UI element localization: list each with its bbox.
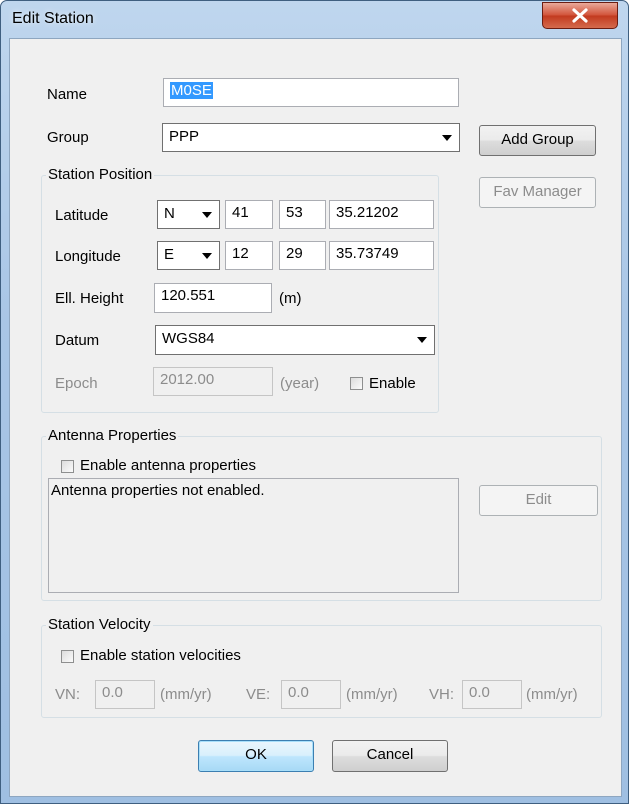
velocity-enable-label: Enable station velocities — [80, 647, 241, 664]
fav-manager-button[interactable]: Fav Manager — [479, 177, 596, 208]
dialog-body: Name M0SE Group PPP Add Group Station Po… — [9, 38, 622, 797]
latitude-minutes-input[interactable]: 53 — [279, 200, 326, 229]
chevron-down-icon — [417, 337, 427, 343]
name-value: M0SE — [170, 82, 213, 99]
station-velocity-title: Station Velocity — [46, 616, 153, 634]
epoch-unit: (year) — [280, 375, 320, 392]
datum-label: Datum — [55, 332, 100, 349]
edit-station-dialog: Edit Station Name M0SE Group PPP Add Gro… — [0, 0, 629, 804]
epoch-input[interactable]: 2012.00 — [153, 367, 273, 396]
chevron-down-icon — [202, 253, 212, 259]
antenna-enable-label: Enable antenna properties — [80, 457, 256, 474]
datum-value: WGS84 — [162, 330, 215, 347]
title-bar[interactable]: Edit Station — [1, 1, 628, 37]
longitude-degrees-input[interactable]: 12 — [225, 241, 273, 270]
longitude-hemisphere-value: E — [164, 246, 175, 263]
chevron-down-icon — [202, 212, 212, 218]
latitude-degrees-input[interactable]: 41 — [225, 200, 273, 229]
epoch-enable-label: Enable — [369, 375, 416, 392]
add-group-button[interactable]: Add Group — [479, 125, 596, 156]
close-icon — [572, 8, 588, 23]
latitude-label: Latitude — [55, 207, 109, 224]
station-position-title: Station Position — [46, 166, 155, 184]
group-select[interactable]: PPP — [162, 123, 460, 152]
longitude-seconds-input[interactable]: 35.73749 — [329, 241, 434, 270]
vh-input[interactable]: 0.0 — [462, 680, 522, 709]
height-label: Ell. Height — [55, 290, 124, 307]
antenna-enable-checkbox[interactable] — [61, 460, 74, 473]
vh-label: VH: — [429, 686, 455, 703]
vn-unit: (mm/yr) — [160, 686, 212, 703]
vh-unit: (mm/yr) — [526, 686, 578, 703]
latitude-hemisphere-select[interactable]: N — [157, 200, 220, 229]
longitude-label: Longitude — [55, 248, 121, 265]
vn-label: VN: — [55, 686, 81, 703]
antenna-properties-memo: Antenna properties not enabled. — [48, 478, 459, 593]
epoch-label: Epoch — [55, 375, 98, 392]
ve-label: VE: — [246, 686, 271, 703]
antenna-edit-button[interactable]: Edit — [479, 485, 598, 516]
vn-input[interactable]: 0.0 — [95, 680, 155, 709]
velocity-enable-checkbox[interactable] — [61, 650, 74, 663]
height-input[interactable]: 120.551 — [154, 283, 272, 313]
cancel-button[interactable]: Cancel — [332, 740, 448, 772]
window-title: Edit Station — [12, 10, 94, 27]
chevron-down-icon — [442, 135, 452, 141]
latitude-hemisphere-value: N — [164, 205, 175, 222]
epoch-enable-checkbox[interactable] — [350, 377, 363, 390]
ve-unit: (mm/yr) — [346, 686, 398, 703]
height-unit: (m) — [279, 290, 302, 307]
antenna-properties-title: Antenna Properties — [46, 427, 179, 445]
group-label: Group — [47, 129, 89, 146]
group-value: PPP — [169, 128, 200, 145]
latitude-seconds-input[interactable]: 35.21202 — [329, 200, 434, 229]
antenna-memo-text: Antenna properties not enabled. — [51, 482, 265, 499]
longitude-minutes-input[interactable]: 29 — [279, 241, 326, 270]
ok-button[interactable]: OK — [198, 740, 314, 772]
ve-input[interactable]: 0.0 — [281, 680, 341, 709]
datum-select[interactable]: WGS84 — [155, 325, 435, 355]
name-label: Name — [47, 86, 88, 103]
close-button[interactable] — [542, 2, 618, 29]
longitude-hemisphere-select[interactable]: E — [157, 241, 220, 270]
name-input[interactable]: M0SE — [163, 78, 459, 107]
